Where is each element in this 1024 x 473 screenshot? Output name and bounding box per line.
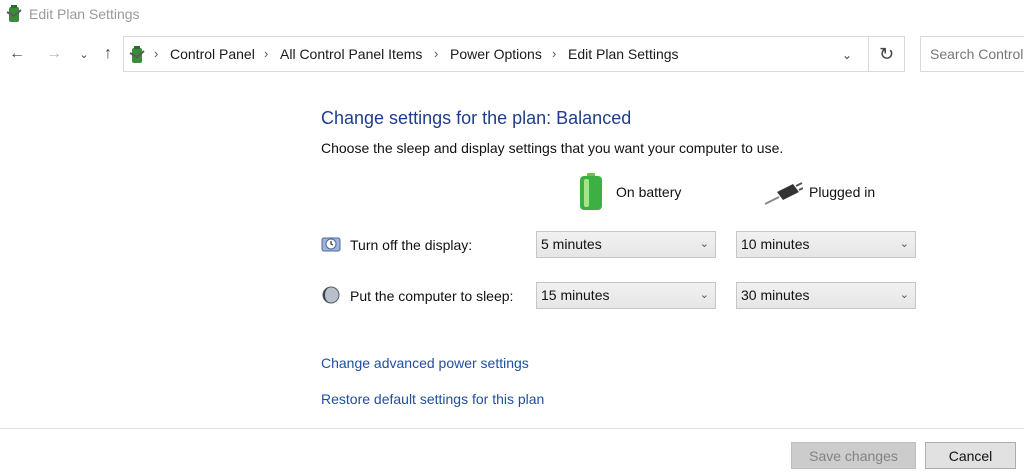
breadcrumb-power-options[interactable]: Power Options (450, 46, 542, 62)
refresh-icon: ↻ (878, 43, 895, 64)
chevron-down-icon: ⌄ (899, 238, 909, 250)
column-header-plugged: Plugged in (809, 184, 876, 200)
breadcrumb-edit-plan[interactable]: Edit Plan Settings (568, 46, 679, 62)
page-title: Change settings for the plan: Balanced (321, 108, 632, 128)
arrow-up-icon: ↑ (104, 45, 112, 62)
forward-button[interactable]: → (44, 44, 64, 64)
sleep-plugged-select[interactable]: 30 minutes ⌄ (736, 282, 916, 309)
breadcrumb-all-items[interactable]: All Control Panel Items (280, 46, 422, 62)
address-history-button[interactable]: ⌄ (837, 45, 857, 65)
chevron-down-icon: ⌄ (699, 289, 709, 301)
save-changes-button[interactable]: Save changes (791, 442, 916, 469)
cancel-button[interactable]: Cancel (925, 442, 1016, 469)
display-clock-icon (321, 237, 341, 252)
power-options-icon (129, 46, 145, 63)
title-bar: Edit Plan Settings (0, 0, 1024, 30)
recent-locations-button[interactable]: ⌄ (74, 44, 94, 64)
restore-defaults-link[interactable]: Restore default settings for this plan (321, 391, 544, 407)
chevron-down-icon: ⌄ (899, 289, 909, 301)
address-bar[interactable]: › Control Panel › All Control Panel Item… (123, 36, 905, 72)
window-title: Edit Plan Settings (29, 6, 140, 22)
chevron-down-icon: ⌄ (699, 238, 709, 250)
select-value: 10 minutes (741, 236, 810, 252)
sleep-battery-select[interactable]: 15 minutes ⌄ (536, 282, 716, 309)
chevron-right-icon: › (154, 46, 159, 61)
row-label-sleep: Put the computer to sleep: (350, 288, 514, 304)
back-button[interactable]: ← (7, 44, 27, 64)
footer-divider (0, 428, 1024, 429)
search-input[interactable]: Search Control Panel (920, 36, 1024, 72)
chevron-right-icon: › (264, 46, 269, 61)
up-button[interactable]: ↑ (98, 44, 118, 64)
select-value: 15 minutes (541, 287, 610, 303)
column-header-battery: On battery (616, 184, 682, 200)
arrow-right-icon: → (46, 45, 62, 62)
chevron-down-icon: ⌄ (841, 48, 853, 62)
select-value: 5 minutes (541, 236, 602, 252)
breadcrumb-control-panel[interactable]: Control Panel (170, 46, 255, 62)
sleep-moon-icon (322, 286, 340, 304)
refresh-button[interactable]: ↻ (868, 36, 905, 72)
chevron-down-icon: ⌄ (79, 48, 89, 61)
select-value: 30 minutes (741, 287, 810, 303)
chevron-right-icon: › (552, 46, 557, 61)
display-battery-select[interactable]: 5 minutes ⌄ (536, 231, 716, 258)
plug-icon (764, 182, 803, 205)
row-label-display: Turn off the display: (350, 237, 473, 253)
advanced-settings-link[interactable]: Change advanced power settings (321, 355, 529, 371)
navigation-bar: ← → ⌄ ↑ › Control Panel › All Control Pa… (0, 36, 1024, 73)
display-plugged-select[interactable]: 10 minutes ⌄ (736, 231, 916, 258)
power-options-icon (6, 5, 22, 22)
battery-icon (580, 173, 602, 210)
chevron-right-icon: › (434, 46, 439, 61)
page-description: Choose the sleep and display settings th… (321, 140, 784, 156)
arrow-left-icon: ← (9, 45, 25, 62)
